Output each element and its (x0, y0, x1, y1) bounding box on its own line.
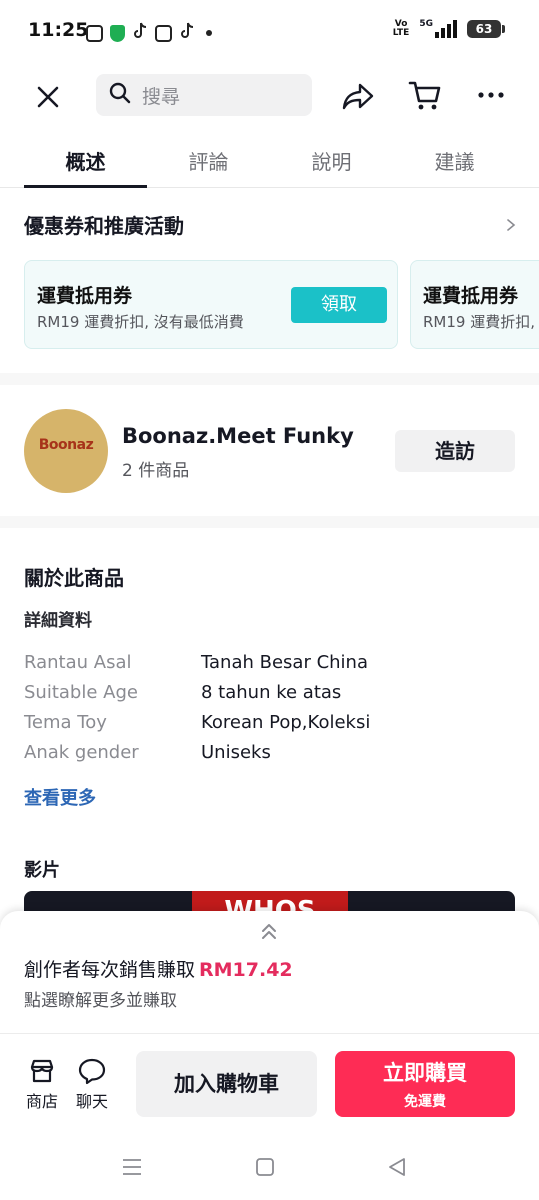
coupon-card[interactable]: 運費抵用券 RM19 運費折扣, 沒有最低消費 領取 (24, 260, 398, 349)
coupon-description: RM19 運費折扣, (423, 313, 535, 331)
more-options-icon[interactable] (474, 78, 508, 112)
spec-key: Tema Toy (24, 712, 107, 733)
spec-key: Anak gender (24, 742, 139, 763)
buy-now-label: 立即購買 (383, 1061, 467, 1085)
creator-earn-amount: RM17.42 (199, 959, 293, 981)
product-tabs: 概述 評論 說明 建議 (0, 128, 539, 188)
shop-button[interactable]: 商店 (22, 1056, 62, 1112)
tiktok-icon (132, 22, 148, 44)
close-icon[interactable] (30, 79, 66, 115)
tab-description[interactable]: 說明 (270, 128, 393, 187)
video-section-title: 影片 (24, 860, 60, 881)
spec-row: Anak gender Uniseks (24, 742, 514, 770)
tiktok-icon (179, 22, 195, 44)
chevron-up-icon[interactable] (258, 921, 280, 943)
spec-row: Rantau Asal Tanah Besar China (24, 652, 514, 680)
status-bar: 11:25 Vo LTE 5G 63 (0, 0, 539, 62)
chat-label: 聊天 (75, 1092, 108, 1111)
section-divider (0, 516, 539, 528)
creator-earn-panel[interactable]: 創作者每次銷售賺取 RM17.42 點選瞭解更多並賺取 (0, 911, 539, 1033)
search-input[interactable]: 搜尋 (96, 74, 312, 116)
top-navigation: 搜尋 (0, 62, 539, 128)
chat-button[interactable]: 聊天 (72, 1056, 112, 1112)
free-shipping-label: 免運費 (404, 1094, 446, 1110)
shield-icon (110, 24, 125, 42)
shop-product-count: 2 件商品 (122, 461, 190, 481)
claim-coupon-button[interactable]: 領取 (291, 287, 387, 323)
coupon-name: 運費抵用券 (37, 285, 133, 307)
spec-value: Tanah Besar China (201, 652, 368, 673)
back-icon[interactable] (385, 1155, 409, 1179)
instagram-icon (155, 24, 172, 42)
bottom-action-bar: 商店 聊天 加入購物車 立即購買 免運費 (0, 1033, 539, 1133)
coupon-description: RM19 運費折扣, 沒有最低消費 (37, 313, 244, 331)
tab-overview[interactable]: 概述 (24, 128, 147, 188)
tab-reviews[interactable]: 評論 (147, 128, 270, 187)
spec-value: Uniseks (201, 742, 271, 763)
home-icon[interactable] (253, 1155, 277, 1179)
buy-now-button[interactable]: 立即購買 免運費 (335, 1051, 515, 1117)
spec-key: Suitable Age (24, 682, 138, 703)
spec-value: Korean Pop,Koleksi (201, 712, 371, 733)
battery-indicator: 63 (467, 20, 505, 38)
signal-icon: 5G (419, 20, 457, 38)
system-indicators: Vo LTE 5G 63 (392, 19, 505, 38)
more-notifications-dot (206, 30, 212, 36)
search-placeholder: 搜尋 (142, 85, 181, 108)
search-icon (108, 81, 132, 109)
chevron-right-icon (504, 217, 518, 231)
coupon-name: 運費抵用券 (423, 285, 519, 307)
shop-label: 商店 (25, 1092, 58, 1111)
status-time: 11:25 (28, 19, 89, 41)
coupon-section-header[interactable]: 優惠券和推廣活動 (24, 206, 518, 242)
recents-icon[interactable] (120, 1155, 144, 1179)
spec-row: Tema Toy Korean Pop,Koleksi (24, 712, 514, 740)
shop-card: Boonaz Boonaz.Meet Funky 2 件商品 造訪 (0, 390, 539, 516)
details-subtitle: 詳細資料 (24, 611, 92, 631)
shop-logo-text: Boonaz (38, 437, 94, 453)
shop-avatar[interactable]: Boonaz (24, 409, 108, 493)
visit-shop-button[interactable]: 造訪 (395, 430, 515, 472)
section-divider (0, 373, 539, 385)
notification-icons (86, 22, 212, 44)
cart-icon[interactable] (406, 76, 444, 114)
system-navigation-bar (0, 1133, 539, 1200)
spec-value: 8 tahun ke atas (201, 682, 342, 703)
add-to-cart-button[interactable]: 加入購物車 (136, 1051, 317, 1117)
shop-name[interactable]: Boonaz.Meet Funky (122, 424, 354, 448)
see-more-link[interactable]: 查看更多 (24, 784, 96, 810)
creator-earn-text: 創作者每次銷售賺取 RM17.42 (24, 959, 293, 981)
store-icon (22, 1056, 62, 1086)
spec-key: Rantau Asal (24, 652, 132, 673)
share-icon[interactable] (340, 78, 376, 114)
coupon-card[interactable]: 運費抵用券 RM19 運費折扣, (410, 260, 539, 349)
creator-learn-more: 點選瞭解更多並賺取 (24, 991, 177, 1011)
coupon-list: 運費抵用券 RM19 運費折扣, 沒有最低消費 領取 運費抵用券 RM19 運費… (24, 260, 539, 350)
tab-recommendations[interactable]: 建議 (393, 128, 516, 187)
coupon-section-title: 優惠券和推廣活動 (24, 213, 184, 238)
spec-row: Suitable Age 8 tahun ke atas (24, 682, 514, 710)
volte-indicator: Vo LTE (392, 19, 410, 38)
about-product-title: 關於此商品 (24, 566, 124, 590)
chat-icon (72, 1056, 112, 1086)
instagram-icon (86, 24, 103, 42)
